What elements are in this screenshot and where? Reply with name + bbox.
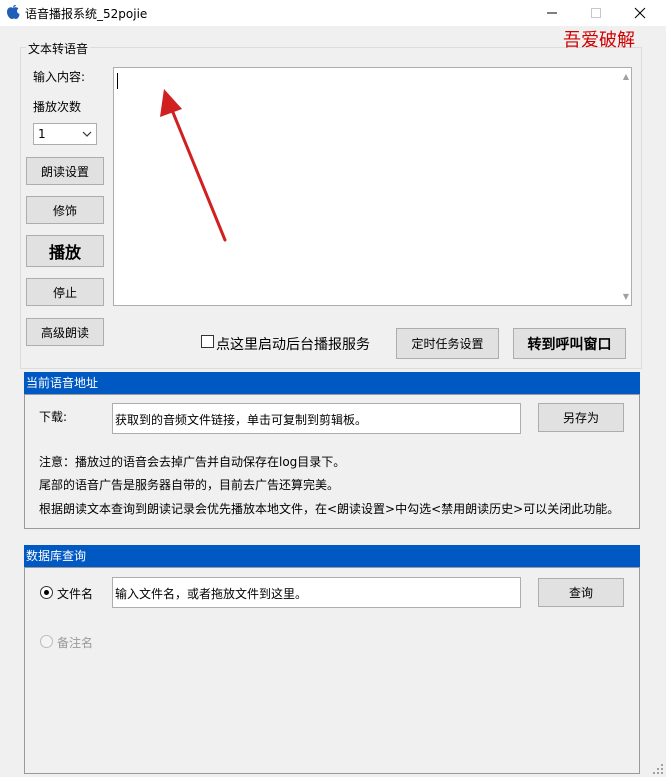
annotation-arrow-icon [160,89,227,242]
play-times-value: 1 [38,127,46,141]
scroll-up-icon[interactable]: ▲ [623,72,629,81]
query-input[interactable]: 输入文件名，或者拖放文件到这里。 [112,577,521,608]
bg-service-label[interactable]: 点这里启动后台播报服务 [216,334,370,354]
note-line: 注意：播放过的语音会去掉广告并自动保存在log目录下。 [39,455,346,469]
maximize-button [574,0,618,26]
input-label: 输入内容: [33,70,86,84]
app-icon [7,5,20,20]
db-panel-header: 数据库查询 [24,545,640,567]
window-title: 语音播报系统_52pojie [25,7,148,21]
play-times-select[interactable]: 1 [33,123,97,145]
decorate-button[interactable]: 修饰 [26,196,104,224]
minimize-button[interactable] [530,0,574,26]
query-button[interactable]: 查询 [538,578,624,607]
call-window-button[interactable]: 转到呼叫窗口 [513,328,626,359]
scroll-down-icon[interactable]: ▼ [623,292,629,301]
remark-radio-label: 备注名 [57,636,94,650]
radio-selected-dot [44,590,49,595]
close-button[interactable] [618,0,662,26]
minimize-icon [547,12,557,14]
note-line: 尾部的语音广告是服务器自带的，目前去广告还算完美。 [39,478,340,492]
download-link-field[interactable]: 获取到的音频文件链接，单击可复制到剪辑板。 [112,403,521,434]
filename-radio-label[interactable]: 文件名 [57,585,93,602]
text-caret [117,73,118,89]
note-line: 根据朗读文本查询到朗读记录会优先播放本地文件，在<朗读设置>中勾选<禁用朗读历史… [39,502,620,516]
stop-button[interactable]: 停止 [26,278,104,306]
timer-task-button[interactable]: 定时任务设置 [396,328,499,359]
address-panel-header: 当前语音地址 [24,372,640,394]
title-bar: 语音播报系统_52pojie [0,0,666,26]
chevron-down-icon [82,131,92,137]
remark-radio [40,635,53,648]
save-as-button[interactable]: 另存为 [538,403,624,432]
close-icon [634,7,646,19]
watermark-text: 吾爱破解 [563,30,635,51]
resize-grip-icon[interactable] [652,763,664,775]
tts-group-label: 文本转语音 [26,40,91,57]
bg-service-checkbox[interactable] [201,335,214,348]
filename-radio[interactable] [40,586,53,599]
play-times-label: 播放次数 [33,100,82,114]
play-button[interactable]: 播放 [26,235,104,267]
download-label: 下载: [39,410,68,424]
read-settings-button[interactable]: 朗读设置 [26,157,104,185]
maximize-icon [591,8,601,18]
advanced-read-button[interactable]: 高级朗读 [26,318,104,346]
